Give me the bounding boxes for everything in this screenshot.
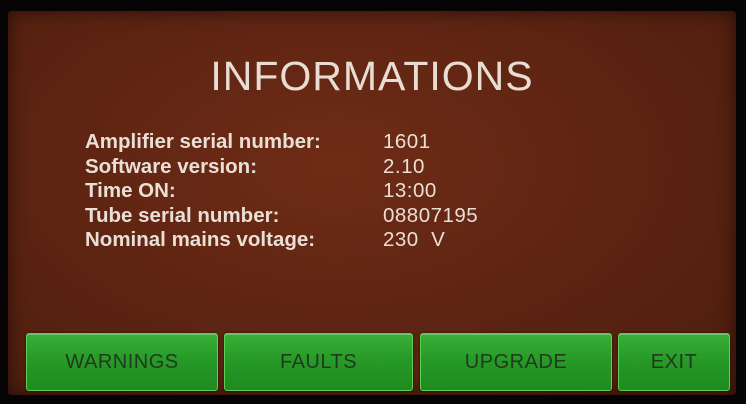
info-row-tube-serial: Tube serial number: 08807195 <box>85 204 478 229</box>
info-row-mains-voltage: Nominal mains voltage: 230 V <box>85 228 478 253</box>
info-value: 2.10 <box>383 154 425 178</box>
info-value: 230 V <box>383 228 446 251</box>
button-bar: WARNINGS FAULTS UPGRADE EXIT <box>26 333 730 391</box>
page-title: INFORMATIONS <box>210 53 534 99</box>
upgrade-button[interactable]: UPGRADE <box>420 333 612 391</box>
info-label: Nominal mains voltage: <box>85 228 316 251</box>
info-label: Software version: <box>85 154 258 178</box>
info-row-amplifier-serial: Amplifier serial number: 1601 <box>85 130 478 155</box>
info-value: 13:00 <box>383 179 437 202</box>
display-screen: INFORMATIONS Amplifier serial number: 16… <box>8 11 736 395</box>
faults-button[interactable]: FAULTS <box>224 333 413 391</box>
info-label: Amplifier serial number: <box>85 130 321 153</box>
info-list: Amplifier serial number: 1601 Software v… <box>85 130 478 253</box>
info-value: 1601 <box>383 130 431 153</box>
info-label: Time ON: <box>85 179 176 202</box>
info-row-time-on: Time ON: 13:00 <box>85 179 478 204</box>
info-label: Tube serial number: <box>85 203 280 227</box>
warnings-button[interactable]: WARNINGS <box>26 333 218 391</box>
info-value: 08807195 <box>383 203 479 227</box>
info-row-software-version: Software version: 2.10 <box>85 155 478 180</box>
exit-button[interactable]: EXIT <box>618 333 730 391</box>
